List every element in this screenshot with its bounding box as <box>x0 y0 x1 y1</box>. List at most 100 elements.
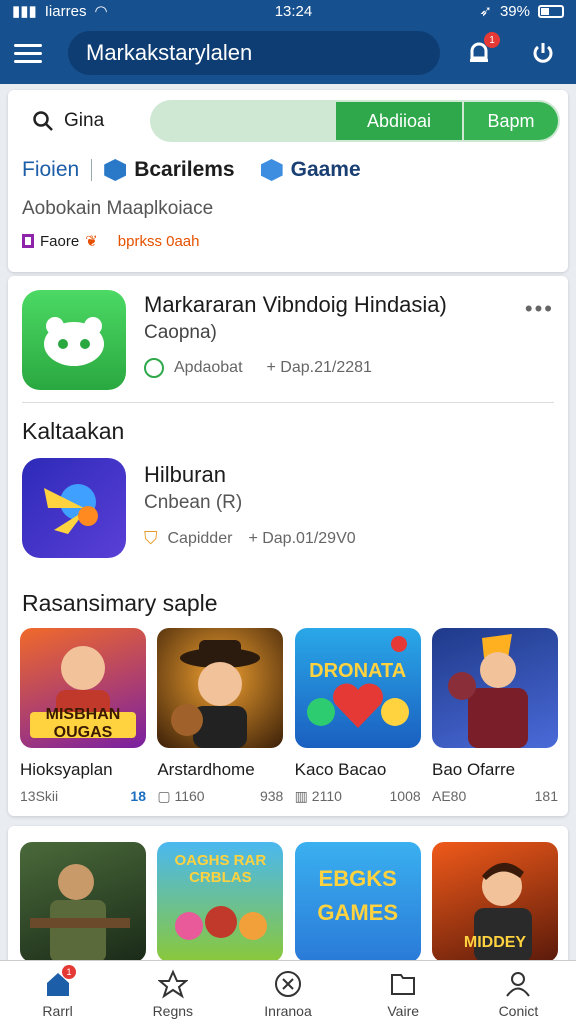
nav-x-label: Inranoa <box>264 1003 312 1019</box>
game-grid-row2: OAGHS RAR CRBLAS EBGKS GAMES MIDDEY <box>20 842 558 962</box>
game-stats: AE80 181 <box>432 788 558 804</box>
game-thumbnail[interactable]: EBGKS GAMES <box>294 842 421 962</box>
game-stat-1: ▢ 1160 <box>157 788 205 804</box>
game-thumbnail <box>157 628 284 748</box>
nav-star[interactable]: Regns <box>115 961 230 1024</box>
game-stats: ▥ 2110 1008 <box>295 788 421 805</box>
game-stat-2: 938 <box>259 788 284 804</box>
game-thumb-text: EBGKS GAMES <box>317 866 398 925</box>
wifi-icon: ◠ <box>94 3 108 20</box>
filter-card: Gina Abdiioai Bapm Fioien Bcarilems Gaam… <box>8 90 568 272</box>
hilburan-app-subtitle: Cnbean (R) <box>144 492 243 513</box>
game-stat-2: 181 <box>534 788 558 804</box>
download-icon <box>144 358 164 378</box>
fruit-icon: ❦ <box>85 233 98 250</box>
game-card[interactable]: Bao Ofarre AE80 181 <box>431 628 558 805</box>
tab-fioien[interactable]: Fioien <box>22 158 79 182</box>
chip-row: Faore ❦ bprkss 0aah <box>22 232 199 250</box>
nav-home-label: Rarrl <box>42 1003 73 1019</box>
game-card[interactable]: DRONATA Kaco Bacao ▥ 2110 1008 <box>294 628 421 805</box>
section-title-rasansimary: Rasansimary saple <box>22 590 218 616</box>
status-bar: ▮▮▮ Iiarres ◠ 13:24 ➶ 39% <box>0 0 576 22</box>
divider <box>22 402 554 403</box>
game-thumbnail <box>431 628 558 748</box>
game-stat-1: ▥ 2110 <box>294 788 342 804</box>
battery-icon <box>537 4 564 18</box>
main-card: Markararan Vibndoig Hindasia) Caopna) Ap… <box>8 276 568 816</box>
game-thumbnail: MISBHAN OUGAS <box>20 628 146 748</box>
filter-subtitle: Aobokain Maaplkoiace <box>22 198 214 219</box>
power-button[interactable] <box>528 38 558 68</box>
nav-user-label: Conict <box>498 1003 539 1019</box>
search-input[interactable]: Gina <box>22 100 150 142</box>
game-thumbnail[interactable]: MIDDEY <box>431 842 558 962</box>
nav-user[interactable]: Conict <box>461 961 576 1024</box>
game-name: Arstardhome <box>157 760 255 779</box>
frog-icon <box>44 317 104 366</box>
game-thumb-text: DRONATA <box>309 660 407 682</box>
featured-app-meta: Apdaobat + Dap.21/2281 <box>144 358 447 378</box>
toggle-option-b[interactable]: Bapm <box>464 102 558 140</box>
game-grid: MISBHAN OUGAS Hioksyaplan 13Skii 18 Arst… <box>20 628 558 805</box>
nav-star-label: Regns <box>152 1003 194 1019</box>
game-thumbnail[interactable] <box>20 842 146 962</box>
cowboy-icon <box>171 640 261 748</box>
shield-icon: ⛉ <box>144 528 158 548</box>
more-options-icon[interactable]: ••• <box>525 296 554 322</box>
game-stats: 13Skii 18 <box>20 788 146 804</box>
chip-faore[interactable]: Faore <box>40 233 79 250</box>
hilburan-app-title: Hilburan <box>144 462 226 487</box>
folder-icon <box>391 974 416 995</box>
tab-bcarilems-label: Bcarilems <box>134 158 235 181</box>
soldier-icon <box>30 864 130 962</box>
game-thumbnail: DRONATA <box>294 628 421 748</box>
rocket-icon <box>44 484 98 534</box>
game-thumb-text: MIDDEY <box>463 934 527 951</box>
game-stat-2: 18 <box>130 788 146 804</box>
game-thumbnail[interactable]: OAGHS RAR CRBLAS <box>157 842 284 962</box>
notification-button[interactable]: 1 <box>464 32 500 68</box>
menu-icon[interactable] <box>14 43 42 63</box>
hilburan-app-meta: ⛉ Capidder + Dap.01/29V0 <box>144 528 356 549</box>
chip-bprkss[interactable]: bprkss 0aah <box>118 233 200 250</box>
search-value: Gina <box>64 110 105 131</box>
user-icon <box>506 972 531 997</box>
game-stat-1: 13Skii <box>20 788 59 804</box>
game-card[interactable]: Arstardhome ▢ 1160 938 <box>157 628 284 805</box>
cube-icon <box>104 159 127 181</box>
battery-percent: 39% <box>499 2 530 20</box>
game-card[interactable]: MISBHAN OUGAS Hioksyaplan 13Skii 18 <box>20 628 146 805</box>
nav-x[interactable]: Inranoa <box>230 961 345 1024</box>
game-thumb-text: OAGHS RAR CRBLAS <box>174 852 267 886</box>
search-icon <box>33 111 53 131</box>
star-icon <box>157 969 188 999</box>
featured-app-title: Markararan Vibndoig Hindasia) <box>144 292 447 317</box>
carrier-name: Iiarres <box>44 2 87 20</box>
more-games-card: OAGHS RAR CRBLAS EBGKS GAMES MIDDEY <box>8 826 568 966</box>
nav-home-badge: 1 <box>62 965 76 979</box>
featured-app-icon <box>22 290 126 390</box>
close-circle-icon <box>275 971 301 997</box>
section-title-kaltaakan: Kaltaakan <box>22 418 125 444</box>
hilburan-meta-2: + Dap.01/29V0 <box>248 529 356 547</box>
tab-gaame[interactable]: Gaame <box>260 158 361 182</box>
segment-toggle: Abdiioai Bapm <box>150 100 560 142</box>
checkbox-icon[interactable] <box>22 234 34 248</box>
featured-meta-1: Apdaobat <box>174 359 243 376</box>
signal-icon: ▮▮▮ <box>12 3 37 20</box>
game-name: Bao Ofarre <box>431 760 516 779</box>
game-stat-2: 1008 <box>389 788 421 804</box>
cube-icon <box>260 159 283 181</box>
heart-icon <box>306 636 409 728</box>
featured-app-row[interactable]: Markararan Vibndoig Hindasia) Caopna) Ap… <box>22 290 447 390</box>
nav-folder[interactable]: Vaire <box>346 961 461 1024</box>
power-icon <box>533 43 553 63</box>
tab-bcarilems[interactable]: Bcarilems <box>104 158 235 182</box>
toggle-option-a[interactable]: Abdiioai <box>336 102 462 140</box>
app-row-hilburan[interactable]: Hilburan Cnbean (R) ⛉ Capidder + Dap.01/… <box>22 458 356 558</box>
featured-app-info: Markararan Vibndoig Hindasia) Caopna) Ap… <box>144 290 447 390</box>
search-row: Gina Abdiioai Bapm <box>22 100 560 142</box>
game-stats: ▢ 1160 938 <box>157 788 283 805</box>
header-search-input[interactable]: Markakstarylalen <box>68 31 440 75</box>
nav-home[interactable]: 1 Rarrl <box>0 961 115 1024</box>
